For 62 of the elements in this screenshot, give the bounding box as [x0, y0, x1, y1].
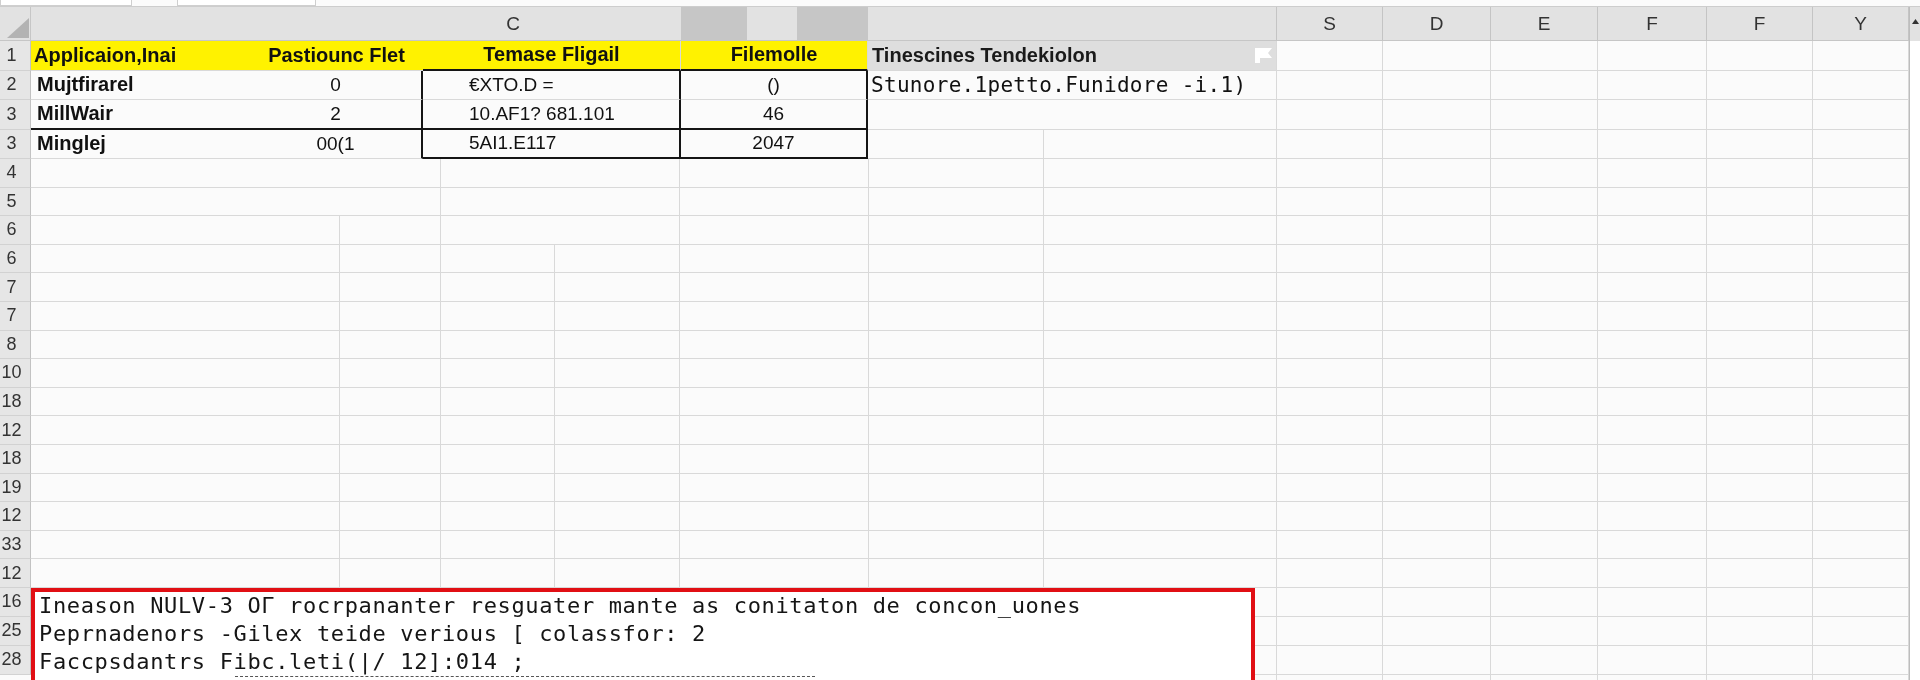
row-header[interactable]: 7: [0, 273, 31, 302]
column-header[interactable]: [681, 7, 747, 41]
triangle-icon: [7, 18, 29, 38]
row-header[interactable]: 10: [0, 359, 31, 388]
table-cell: Mujtfirarel: [31, 70, 250, 100]
table-cell: €XTO.D =: [423, 70, 681, 100]
table-cell: 0: [250, 70, 423, 100]
row-header[interactable]: 18: [0, 387, 31, 417]
row-header[interactable]: 4: [0, 159, 31, 188]
column-header[interactable]: Y: [1813, 7, 1909, 41]
flag-icon: [1255, 47, 1272, 63]
caret-icon[interactable]: [1911, 19, 1919, 24]
table-cell: (): [681, 70, 868, 100]
column-header[interactable]: [797, 7, 868, 41]
row-header[interactable]: 19: [0, 473, 31, 503]
header-cell: Pastiounc Flet: [250, 41, 423, 71]
table-cell: MillWair: [31, 100, 250, 130]
row-header[interactable]: 18: [0, 444, 31, 474]
table-cell: 46: [681, 100, 868, 130]
vertical-scrollbar[interactable]: [1909, 7, 1920, 680]
row-header[interactable]: 16: [0, 587, 31, 617]
row-header[interactable]: 3: [0, 129, 31, 159]
column-header[interactable]: F: [1598, 7, 1707, 41]
row-header[interactable]: 6: [0, 216, 31, 245]
note-line: Peprnadenors -Gilex teide verious [ colassfor: 2: [39, 620, 707, 648]
row-header[interactable]: 7: [0, 301, 31, 331]
note-line: Faccpsdantrs Fibc.leti(|/ 12]:014 ;: [39, 648, 527, 676]
sheet-tab[interactable]: [177, 0, 316, 6]
row-header[interactable]: 28: [0, 645, 31, 675]
table-cell: Stunore.1petto.Funidore -i.1): [868, 70, 1277, 100]
table-cell: 5AI1.E117: [423, 129, 681, 159]
header-cell: Temase Fligail: [423, 41, 681, 71]
column-header[interactable]: D: [1383, 7, 1491, 41]
row-header[interactable]: 2: [0, 70, 31, 100]
row-header[interactable]: 5: [0, 187, 31, 217]
row-header[interactable]: 12: [0, 559, 31, 588]
row-header[interactable]: 25: [0, 616, 31, 646]
note-line: Ineason NULV-3 OΓ rocrpananter resguater mante as conitaton de concon_uones: [39, 592, 1083, 620]
header-text: Tinescines Tendekiolon: [872, 43, 1097, 67]
row-header[interactable]: 12: [0, 502, 31, 531]
select-all-button[interactable]: [0, 7, 31, 41]
column-header[interactable]: C: [345, 7, 681, 41]
row-header[interactable]: 8: [0, 330, 31, 360]
header-cell: Applicaion,Inai: [31, 41, 250, 71]
table-cell: 00(1: [250, 129, 423, 159]
column-header[interactable]: S: [1277, 7, 1383, 41]
row-header[interactable]: 12: [0, 416, 31, 445]
column-header[interactable]: [747, 7, 797, 41]
row-header[interactable]: 3: [0, 100, 31, 130]
row-header[interactable]: 33: [0, 530, 31, 560]
table-cell: 10.AF1? 681.101: [423, 100, 681, 130]
table-cell: 2047: [681, 129, 868, 159]
row-header[interactable]: 1: [0, 41, 31, 71]
header-cell: Filemolle: [681, 41, 868, 71]
column-header[interactable]: F: [1707, 7, 1813, 41]
row-header[interactable]: 6: [0, 244, 31, 274]
table-cell: Minglej: [31, 129, 250, 159]
column-header[interactable]: [868, 7, 1277, 41]
table-cell: 2: [250, 100, 423, 130]
column-header[interactable]: E: [1491, 7, 1598, 41]
sheet-tab[interactable]: [0, 0, 132, 6]
column-header[interactable]: [31, 7, 345, 41]
